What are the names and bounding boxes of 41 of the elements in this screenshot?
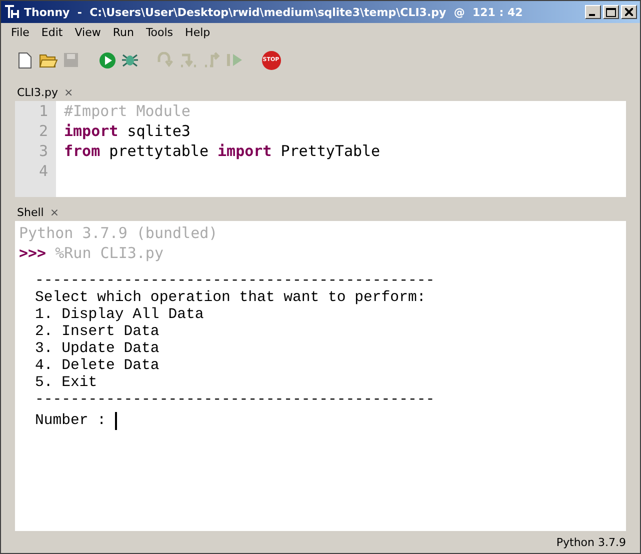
line-number: 4 — [38, 161, 48, 181]
code-line: import sqlite3 — [64, 121, 192, 141]
output-line: Select which operation that want to perform: — [34, 290, 427, 307]
output-line: 1. Display All Data — [34, 307, 205, 324]
editor-tab[interactable]: CLI3.py × — [11, 84, 80, 101]
shell-prompt: >>> — [19, 244, 46, 262]
text-cursor — [115, 412, 118, 430]
tab-close-icon[interactable]: × — [50, 206, 60, 219]
menu-item[interactable]: Edit — [35, 26, 69, 39]
folder-icon[interactable] — [38, 52, 58, 68]
maximize-icon — [606, 8, 616, 16]
output-line: --------------------------------------------- — [34, 392, 436, 409]
menu-item[interactable]: View — [68, 26, 107, 39]
output-line: 3. Update Data — [34, 341, 160, 358]
menu-item[interactable]: Run — [106, 26, 140, 39]
shell-tab[interactable]: Shell × — [11, 204, 66, 221]
banner-text: Python 3.7.9 (bundled) — [19, 223, 219, 243]
output-line: 2. Insert Data — [34, 324, 160, 341]
output-line: 5. Exit — [34, 375, 98, 392]
minimize-button[interactable] — [585, 5, 601, 19]
line-number: 2 — [38, 121, 48, 141]
input-prompt: Number : — [35, 412, 106, 430]
menu-item[interactable]: Help — [179, 26, 216, 39]
code-line: from prettytable import PrettyTable — [64, 141, 380, 161]
shell-command: %Run CLI3.py — [55, 244, 164, 262]
status-text: Python 3.7.9 — [556, 536, 626, 548]
new-file-icon[interactable] — [18, 52, 32, 68]
menu-item[interactable]: File — [5, 26, 36, 39]
output-line: 4. Delete Data — [34, 358, 160, 375]
output-line: --------------------------------------------- — [34, 273, 436, 290]
app-logo-icon — [4, 4, 20, 20]
line-number: 3 — [38, 141, 48, 161]
run-icon[interactable] — [98, 52, 116, 68]
close-icon — [625, 8, 633, 16]
close-button[interactable] — [621, 5, 637, 19]
code-line: #Import Module — [64, 101, 192, 121]
window-title: Thonny - C:\Users\User\Desktop\rwid\medium\sqlite3\temp\CLI3.py @ 121 : 42 — [24, 6, 524, 18]
maximize-button[interactable] — [603, 5, 619, 19]
menu-item[interactable]: Tools — [140, 26, 180, 39]
line-number: 1 — [38, 101, 48, 121]
tab-close-icon[interactable]: × — [64, 86, 74, 99]
